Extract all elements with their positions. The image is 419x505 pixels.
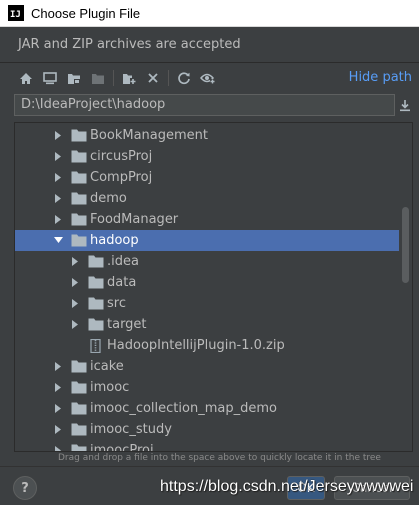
chevron-right-icon[interactable] — [53, 446, 63, 451]
chevron-down-icon[interactable] — [53, 236, 63, 246]
tree-item-label: data — [107, 275, 137, 290]
show-hidden-icon[interactable] — [196, 66, 220, 90]
tree-folder-row[interactable]: hadoop — [15, 230, 399, 251]
tree-folder-row[interactable]: CompProj — [15, 167, 399, 188]
chevron-right-icon[interactable] — [53, 215, 63, 225]
chevron-right-icon[interactable] — [53, 425, 63, 435]
toolbar-separator — [113, 70, 114, 86]
tree-item-label: imooc_collection_map_demo — [90, 401, 277, 416]
tree-item-label: CompProj — [90, 170, 153, 185]
tree-item-label: BookManagement — [90, 128, 208, 143]
file-chooser-toolbar — [14, 66, 220, 90]
path-input[interactable]: D:\IdeaProject\hadoop — [14, 94, 395, 116]
tree-item-label: FoodManager — [90, 212, 179, 227]
hide-path-link[interactable]: Hide path — [349, 70, 412, 85]
tree-folder-row[interactable]: demo — [15, 188, 399, 209]
chevron-right-icon[interactable] — [53, 173, 63, 183]
tree-item-label: target — [107, 317, 147, 332]
desktop-icon[interactable] — [38, 66, 62, 90]
chevron-right-icon[interactable] — [53, 404, 63, 414]
folder-icon — [88, 297, 104, 310]
folder-icon — [71, 423, 87, 436]
tree-item-label: HadoopIntellijPlugin-1.0.zip — [107, 338, 285, 353]
project-folder-icon[interactable] — [62, 66, 86, 90]
folder-icon — [71, 234, 87, 247]
chevron-right-icon[interactable] — [53, 362, 63, 372]
folder-icon — [88, 318, 104, 331]
file-tree[interactable]: BookManagement circusProj CompProj demo Food… — [14, 122, 413, 452]
chevron-right-icon[interactable] — [70, 299, 80, 309]
folder-icon — [71, 213, 87, 226]
chevron-right-icon[interactable] — [70, 278, 80, 288]
tree-folder-row[interactable]: BookManagement — [15, 125, 399, 146]
folder-icon — [71, 360, 87, 373]
delete-icon[interactable] — [141, 66, 165, 90]
download-icon[interactable] — [397, 97, 413, 113]
folder-icon — [71, 150, 87, 163]
toolbar-separator — [168, 70, 169, 86]
tree-item-label: hadoop — [90, 233, 139, 248]
folder-icon — [71, 171, 87, 184]
divider — [0, 62, 419, 63]
tree-item-label: demo — [90, 191, 127, 206]
divider — [0, 466, 419, 467]
chevron-right-icon[interactable] — [53, 383, 63, 393]
folder-icon — [71, 381, 87, 394]
tree-file-row[interactable]: HadoopIntellijPlugin-1.0.zip — [15, 335, 399, 356]
tree-folder-row[interactable]: icake — [15, 356, 399, 377]
chevron-right-icon[interactable] — [53, 131, 63, 141]
module-folder-icon — [86, 66, 110, 90]
tree-item-label: icake — [90, 359, 124, 374]
drag-drop-hint: Drag and drop a file into the space abov… — [58, 453, 381, 463]
tree-folder-row[interactable]: FoodManager — [15, 209, 399, 230]
tree-item-label: src — [107, 296, 126, 311]
tree-folder-row[interactable]: data — [15, 272, 399, 293]
window-title: Choose Plugin File — [31, 5, 141, 21]
folder-icon — [71, 402, 87, 415]
folder-icon — [71, 444, 87, 451]
folder-icon — [88, 255, 104, 268]
tree-scrollbar[interactable] — [402, 207, 409, 283]
watermark-text: https://blog.csdn.net/Jerseywwwwei — [160, 478, 414, 495]
folder-icon — [71, 192, 87, 205]
tree-folder-row[interactable]: .idea — [15, 251, 399, 272]
help-button[interactable]: ? — [13, 476, 37, 500]
dialog-description: JAR and ZIP archives are accepted — [18, 37, 241, 52]
window-titlebar: IJ Choose Plugin File — [0, 0, 419, 27]
chevron-right-icon[interactable] — [70, 320, 80, 330]
tree-item-label: circusProj — [90, 149, 153, 164]
folder-icon — [71, 129, 87, 142]
zip-archive-icon — [88, 338, 104, 354]
chevron-right-icon[interactable] — [53, 152, 63, 162]
refresh-icon[interactable] — [172, 66, 196, 90]
folder-icon — [88, 276, 104, 289]
new-folder-icon[interactable] — [117, 66, 141, 90]
intellij-logo-icon: IJ — [8, 5, 24, 21]
home-icon[interactable] — [14, 66, 38, 90]
tree-folder-row[interactable]: imooc_study — [15, 419, 399, 440]
tree-folder-row[interactable]: imooc_collection_map_demo — [15, 398, 399, 419]
tree-item-label: .idea — [107, 254, 139, 269]
tree-item-label: imooc — [90, 380, 130, 395]
tree-folder-row[interactable]: circusProj — [15, 146, 399, 167]
tree-folder-row[interactable]: imooc — [15, 377, 399, 398]
chevron-right-icon[interactable] — [53, 194, 63, 204]
tree-folder-row[interactable]: imoocProj — [15, 440, 399, 452]
tree-folder-row[interactable]: src — [15, 293, 399, 314]
tree-folder-row[interactable]: target — [15, 314, 399, 335]
tree-item-label: imoocProj — [90, 443, 154, 452]
tree-item-label: imooc_study — [90, 422, 172, 437]
chevron-right-icon[interactable] — [70, 257, 80, 267]
